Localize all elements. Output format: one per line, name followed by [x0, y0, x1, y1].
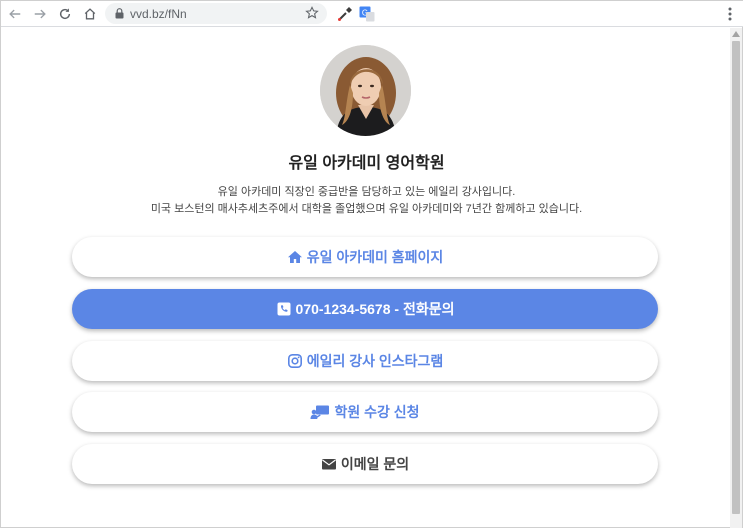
translate-extension-icon[interactable]: G	[359, 6, 375, 22]
phone-square-icon	[276, 301, 292, 317]
link-label: 유일 아카데미 홈페이지	[306, 249, 444, 265]
link-page: 유일 아카데미 영어학원 유일 아카데미 직장인 중급반을 담당하고 있는 에일…	[1, 28, 732, 528]
instagram-icon	[287, 353, 303, 369]
chalkboard-teacher-icon	[310, 404, 330, 420]
profile-avatar	[320, 45, 411, 136]
course-registration-button[interactable]: 학원 수강 신청	[72, 392, 658, 432]
more-menu-icon[interactable]	[728, 7, 732, 21]
lock-icon	[115, 8, 124, 19]
profile-description: 유일 아카데미 직장인 중급반을 담당하고 있는 에일리 강사입니다. 미국 보…	[1, 184, 732, 218]
description-line: 유일 아카데미 직장인 중급반을 담당하고 있는 에일리 강사입니다.	[217, 186, 516, 198]
eyedropper-extension-icon[interactable]	[337, 6, 353, 22]
forward-arrow-icon	[34, 9, 46, 18]
link-label: 학원 수강 신청	[334, 404, 420, 420]
scrollbar-thumb[interactable]	[732, 41, 740, 514]
page-title: 유일 아카데미 영어학원	[288, 155, 445, 172]
homepage-link-button[interactable]: 유일 아카데미 홈페이지	[72, 237, 658, 277]
profile-photo-image	[320, 45, 411, 136]
description-line: 미국 보스턴의 매사추세츠주에서 대학을 졸업했으며 유일 아카데미와 7년간 …	[150, 203, 583, 215]
phone-inquiry-button[interactable]: 070-1234-5678 - 전화문의	[72, 289, 658, 329]
scroll-up-arrow-icon[interactable]	[732, 31, 740, 37]
browser-toolbar: vvd.bz/fNn G	[1, 1, 743, 27]
link-label: 070-1234-5678 - 전화문의	[295, 301, 455, 317]
reload-button[interactable]	[54, 3, 76, 25]
link-label: 에일리 강사 인스타그램	[306, 353, 444, 369]
bookmark-star-icon[interactable]	[305, 6, 319, 20]
instagram-link-button[interactable]: 에일리 강사 인스타그램	[72, 341, 658, 381]
link-label: 이메일 문의	[340, 456, 410, 472]
forward-button[interactable]	[29, 3, 51, 25]
reload-icon	[59, 7, 71, 19]
url-text: vvd.bz/fNn	[130, 6, 187, 21]
envelope-icon	[321, 456, 337, 472]
email-inquiry-button[interactable]: 이메일 문의	[72, 444, 658, 484]
home-icon	[287, 249, 303, 265]
home-button[interactable]	[79, 3, 101, 25]
back-button[interactable]	[4, 3, 26, 25]
back-arrow-icon	[9, 9, 21, 18]
address-bar[interactable]: vvd.bz/fNn	[105, 3, 327, 24]
home-icon	[84, 7, 96, 19]
